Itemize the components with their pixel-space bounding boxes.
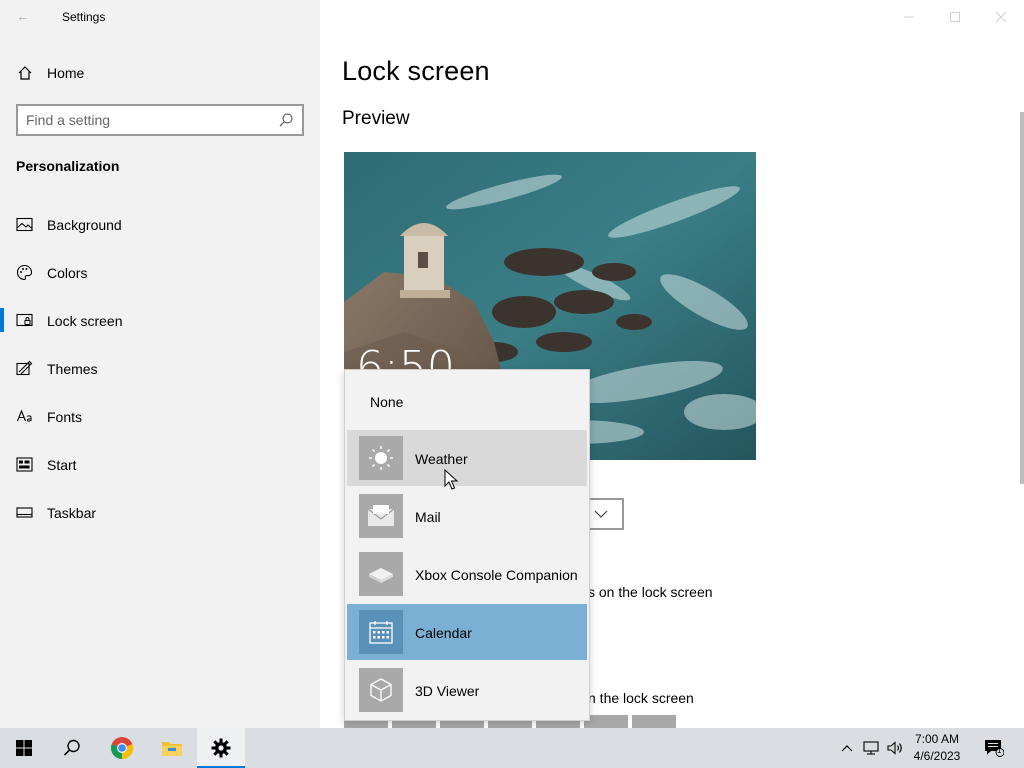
flyout-item-label: Calendar bbox=[415, 625, 472, 641]
sidebar-item-start[interactable]: Start bbox=[0, 440, 320, 488]
sidebar-item-label: Themes bbox=[47, 361, 98, 377]
3d-viewer-icon bbox=[359, 668, 403, 712]
calendar-icon bbox=[359, 610, 403, 654]
preview-heading: Preview bbox=[342, 108, 410, 129]
lock-screen-icon bbox=[16, 313, 33, 327]
flyout-item-weather[interactable]: Weather bbox=[347, 430, 587, 486]
windows-logo-icon bbox=[16, 740, 32, 756]
scrollbar[interactable] bbox=[1020, 112, 1024, 484]
flyout-item-label: None bbox=[370, 394, 404, 410]
notification-count-badge: 1 bbox=[997, 746, 1002, 755]
sidebar-item-label: Taskbar bbox=[47, 505, 97, 521]
weather-icon bbox=[359, 436, 403, 480]
page-title: Lock screen bbox=[342, 56, 490, 86]
sidebar-item-label: Fonts bbox=[47, 409, 83, 425]
flyout-item-xbox[interactable]: Xbox Console Companion bbox=[347, 546, 587, 602]
sidebar-item-label: Lock screen bbox=[47, 313, 123, 329]
flyout-item-none[interactable]: None bbox=[345, 370, 589, 428]
status-apps-description: s on the lock screen bbox=[588, 584, 713, 600]
flyout-item-label: Mail bbox=[415, 509, 441, 525]
clock-time: 7:00 AM bbox=[914, 732, 960, 746]
folder-icon bbox=[162, 742, 182, 756]
flyout-item-calendar[interactable]: Calendar bbox=[347, 604, 587, 660]
app-title: Settings bbox=[62, 10, 106, 24]
sidebar-item-label: Start bbox=[47, 457, 77, 473]
taskbar-clock[interactable]: 7:00 AM 4/6/2023 bbox=[906, 731, 968, 765]
sidebar-item-label: Colors bbox=[47, 265, 88, 281]
flyout-item-label: 3D Viewer bbox=[415, 683, 480, 699]
show-hidden-icons-button[interactable] bbox=[836, 728, 858, 768]
taskbar-settings-button[interactable] bbox=[197, 728, 245, 768]
sidebar-item-lock-screen[interactable]: Lock screen bbox=[0, 296, 320, 344]
fonts-icon bbox=[16, 409, 32, 422]
sidebar-item-taskbar[interactable]: Taskbar bbox=[0, 488, 320, 536]
mouse-cursor-icon bbox=[444, 469, 458, 490]
search-input[interactable] bbox=[26, 111, 266, 129]
taskbar-file-explorer-button[interactable] bbox=[148, 728, 196, 768]
chevron-down-icon bbox=[594, 510, 608, 518]
sidebar-item-themes[interactable]: Themes bbox=[0, 344, 320, 392]
sidebar: Home Personalization Background bbox=[0, 0, 320, 728]
flyout-item-3d-viewer[interactable]: 3D Viewer bbox=[347, 662, 587, 718]
taskbar: 7:00 AM 4/6/2023 1 bbox=[0, 728, 1024, 768]
xbox-icon bbox=[359, 552, 403, 596]
network-icon bbox=[863, 741, 879, 755]
sidebar-item-fonts[interactable]: Fonts bbox=[0, 392, 320, 440]
palette-icon bbox=[16, 264, 33, 281]
sidebar-item-label: Background bbox=[47, 217, 122, 233]
chevron-up-icon bbox=[841, 745, 853, 752]
sign-in-description: n the lock screen bbox=[588, 690, 694, 706]
sidebar-item-label: Home bbox=[47, 65, 85, 81]
gear-icon bbox=[211, 738, 231, 758]
sidebar-item-background[interactable]: Background bbox=[0, 200, 320, 248]
taskbar-icon bbox=[16, 507, 33, 518]
flyout-item-label: Xbox Console Companion bbox=[415, 567, 578, 583]
mail-icon bbox=[359, 494, 403, 538]
flyout-item-mail[interactable]: Mail bbox=[347, 488, 587, 544]
back-arrow-icon[interactable]: ← bbox=[16, 8, 36, 26]
taskbar-search-button[interactable] bbox=[48, 728, 96, 768]
clock-date: 4/6/2023 bbox=[913, 749, 961, 763]
sidebar-nav: Background Colors Lock screen Themes Fon… bbox=[0, 200, 320, 536]
flyout-item-label: Weather bbox=[415, 451, 468, 467]
home-icon bbox=[18, 66, 32, 80]
start-button[interactable] bbox=[0, 728, 48, 768]
search-icon bbox=[279, 113, 293, 127]
network-button[interactable] bbox=[860, 728, 882, 768]
themes-icon bbox=[16, 360, 33, 376]
chrome-icon bbox=[111, 737, 134, 760]
section-title: Personalization bbox=[16, 158, 120, 174]
speaker-icon bbox=[887, 741, 902, 755]
search-icon bbox=[63, 739, 80, 756]
sidebar-item-home[interactable]: Home bbox=[0, 56, 320, 90]
start-icon bbox=[16, 457, 33, 472]
app-picker-flyout: None Weather Mail Xbox Console Companion… bbox=[344, 369, 590, 721]
notification-center-button[interactable]: 1 bbox=[980, 728, 1008, 768]
taskbar-chrome-button[interactable] bbox=[98, 728, 146, 768]
volume-button[interactable] bbox=[884, 728, 906, 768]
search-box[interactable] bbox=[16, 104, 304, 136]
image-icon bbox=[16, 217, 33, 232]
sidebar-item-colors[interactable]: Colors bbox=[0, 248, 320, 296]
